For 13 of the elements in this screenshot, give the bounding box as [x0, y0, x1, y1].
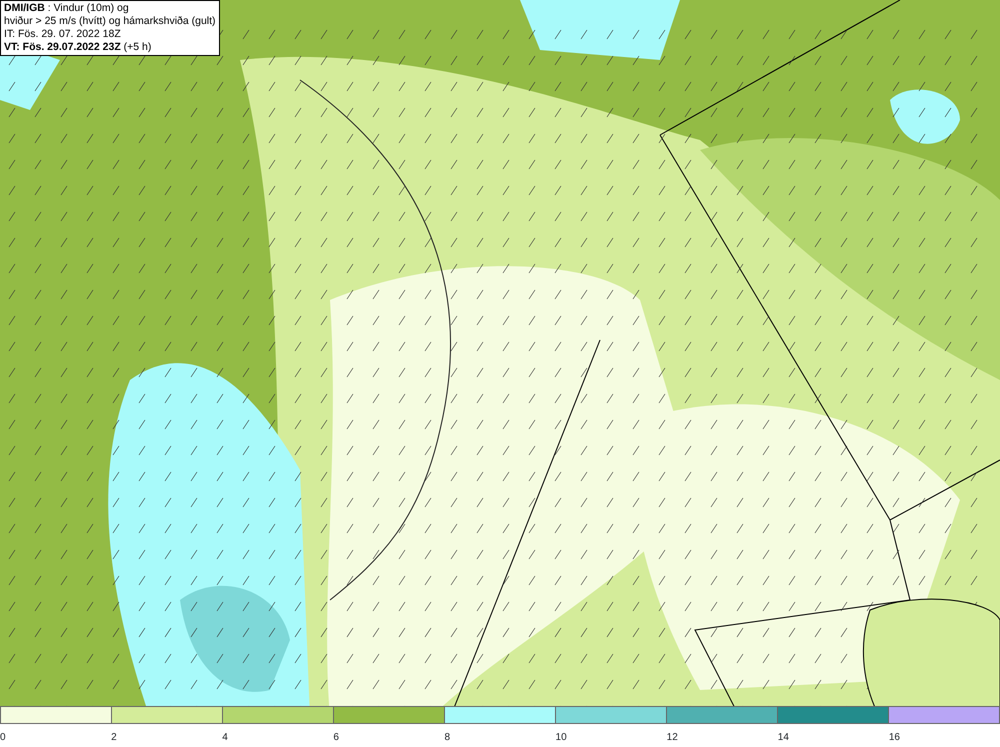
- gust-description: hviður > 25 m/s (hvítt) og hámarkshviða (gult): [4, 15, 216, 28]
- legend-tick-label: 6: [333, 732, 339, 744]
- legend-tick-label: 4: [222, 732, 228, 744]
- legend-tick-label: 0: [0, 732, 6, 744]
- issue-time: IT: Fös. 29. 07. 2022 18Z: [4, 28, 122, 41]
- legend-tick-label: 10: [556, 732, 567, 744]
- legend-tick-label: 16: [888, 732, 900, 744]
- legend-tick-label: 12: [666, 732, 678, 744]
- map-title: DMI/IGB : Vindur (10m) og: [4, 2, 130, 15]
- valid-time: VT: Fös. 29.07.2022 23Z (+5 h): [4, 41, 152, 54]
- legend-tick-label: 14: [778, 732, 789, 744]
- legend-tick-label: 2: [111, 732, 117, 744]
- legend-tick-label: 8: [444, 732, 450, 744]
